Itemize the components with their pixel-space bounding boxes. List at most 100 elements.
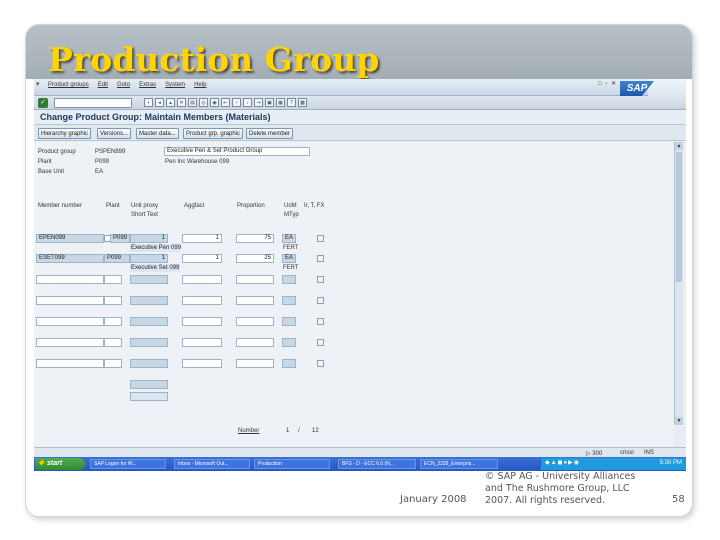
empty-member-number[interactable] (36, 296, 104, 305)
row2-proportion[interactable]: 25 (236, 254, 274, 263)
product-group-graphic-button[interactable]: Product grp. graphic (183, 128, 244, 139)
task-sap-logon[interactable]: SAP Logon for W... (90, 459, 166, 469)
scroll-thumb[interactable] (676, 152, 682, 282)
enter-icon[interactable]: ✓ (38, 98, 48, 108)
master-data-button[interactable]: Master data... (136, 128, 179, 139)
base-unit-field: EA (95, 169, 104, 175)
empty-unit-proxy[interactable] (130, 275, 168, 284)
row2-uom[interactable]: EA (282, 254, 296, 263)
menu: Product groups Edit Goto Extras System H… (48, 82, 206, 88)
row2-unit-proxy[interactable]: 1 (130, 254, 168, 263)
first-page-icon[interactable]: ⇤ (221, 98, 230, 107)
empty-checkbox[interactable] (317, 360, 324, 367)
empty-checkbox[interactable] (317, 339, 324, 346)
empty-plant[interactable] (104, 338, 122, 347)
shortcut-icon[interactable]: ▦ (276, 98, 285, 107)
empty-uom[interactable] (282, 338, 296, 347)
menu-product-groups[interactable]: Product groups (48, 82, 89, 88)
empty-member-number[interactable] (36, 317, 104, 326)
empty-unit-proxy[interactable] (130, 317, 168, 326)
cancel-icon[interactable]: ✕ (177, 98, 186, 107)
menu-goto[interactable]: Goto (117, 82, 130, 88)
window-controls[interactable]: □ ▫ ✕ (598, 80, 617, 87)
scroll-up-icon[interactable]: ▲ (675, 142, 683, 150)
row1-aggfact[interactable]: 1 (182, 234, 222, 243)
empty-plant[interactable] (104, 359, 122, 368)
empty-unit-proxy[interactable] (130, 380, 168, 389)
exit-icon[interactable]: ▴ (166, 98, 175, 107)
empty-uom[interactable] (282, 296, 296, 305)
menu-system[interactable]: System (165, 82, 185, 88)
empty-unit-proxy[interactable] (130, 338, 168, 347)
empty-uom[interactable] (282, 317, 296, 326)
row1-unit-proxy[interactable]: 1 (130, 234, 168, 243)
delete-member-button[interactable]: Delete member (246, 128, 294, 139)
empty-aggfact[interactable] (182, 317, 222, 326)
empty-aggfact[interactable] (182, 338, 222, 347)
empty-proportion[interactable] (236, 359, 274, 368)
empty-checkbox[interactable] (317, 297, 324, 304)
help-icon[interactable]: ? (287, 98, 296, 107)
empty-aggfact[interactable] (182, 296, 222, 305)
empty-unit-proxy[interactable] (130, 359, 168, 368)
find-next-icon[interactable]: ◉ (210, 98, 219, 107)
empty-aggfact[interactable] (182, 275, 222, 284)
task-inbox-outlook[interactable]: Inbox - Microsoft Out... (174, 459, 250, 469)
system-menu-icon[interactable]: ▾ (36, 80, 40, 88)
pager-current[interactable]: 1 (286, 428, 289, 434)
row2-checkbox[interactable] (317, 255, 324, 262)
empty-proportion[interactable] (236, 317, 274, 326)
row1-plant[interactable]: P099 (110, 234, 130, 243)
product-group-description-field[interactable]: Executive Pen & Set Product Group (164, 147, 310, 156)
start-button[interactable]: start (35, 458, 85, 470)
row2-plant[interactable]: P099 (104, 254, 130, 263)
task-ecn-enterprise[interactable]: ECN_2328_Enterpris... (420, 459, 498, 469)
new-session-icon[interactable]: ▣ (265, 98, 274, 107)
next-page-icon[interactable]: ↓ (243, 98, 252, 107)
col-unit-proxy: Unit proxy (131, 203, 159, 209)
empty-aggfact[interactable] (182, 359, 222, 368)
empty-plant[interactable] (104, 317, 122, 326)
menu-edit[interactable]: Edit (98, 82, 108, 88)
empty-member-number[interactable] (36, 338, 104, 347)
footer-copyright-line: © SAP AG - University Alliances (485, 471, 636, 482)
empty-member-number[interactable] (36, 275, 104, 284)
row2-aggfact[interactable]: 1 (182, 254, 222, 263)
empty-plant[interactable] (104, 275, 122, 284)
task-production[interactable]: Production (254, 459, 330, 469)
versions-button[interactable]: Versions... (97, 128, 132, 139)
vertical-scrollbar[interactable]: ▲ ▼ (674, 142, 683, 425)
empty-checkbox[interactable] (317, 318, 324, 325)
row1-uom[interactable]: EA (282, 234, 296, 243)
empty-unit-proxy[interactable] (130, 296, 168, 305)
row1-checkbox[interactable] (317, 235, 324, 242)
empty-uom[interactable] (282, 275, 296, 284)
menu-extras[interactable]: Extras (139, 82, 156, 88)
empty-plant[interactable] (104, 296, 122, 305)
tray-icons[interactable]: ◆▲◼●▶◉ (545, 459, 580, 466)
empty-proportion[interactable] (236, 338, 274, 347)
back-icon[interactable]: ◂ (155, 98, 164, 107)
empty-uom[interactable] (282, 359, 296, 368)
task-bfs-ecc[interactable]: BFS - D - ECC 6.0 (N... (338, 459, 416, 469)
command-field[interactable] (54, 98, 132, 108)
find-icon[interactable]: ◎ (199, 98, 208, 107)
save-icon[interactable]: ▪ (144, 98, 153, 107)
last-page-icon[interactable]: ⇥ (254, 98, 263, 107)
col-member-number: Member number (38, 203, 83, 209)
print-icon[interactable]: ▤ (188, 98, 197, 107)
row1-proportion[interactable]: 75 (236, 234, 274, 243)
empty-proportion[interactable] (236, 275, 274, 284)
empty-proportion[interactable] (236, 296, 274, 305)
empty-member-number[interactable] (36, 359, 104, 368)
prev-page-icon[interactable]: ↑ (232, 98, 241, 107)
status-system[interactable]: ▷ 300 (586, 450, 602, 457)
row2-member-number[interactable]: ESET099 (36, 254, 104, 263)
scroll-down-icon[interactable]: ▼ (675, 417, 683, 425)
hierarchy-graphic-button[interactable]: Hierarchy graphic (38, 128, 92, 139)
empty-checkbox[interactable] (317, 276, 324, 283)
menu-help[interactable]: Help (194, 82, 206, 88)
row1-member-number[interactable]: EPEN099 (36, 234, 104, 243)
layout-icon[interactable]: ▩ (298, 98, 307, 107)
screen-title: Change Product Group: Maintain Members (… (40, 112, 271, 122)
